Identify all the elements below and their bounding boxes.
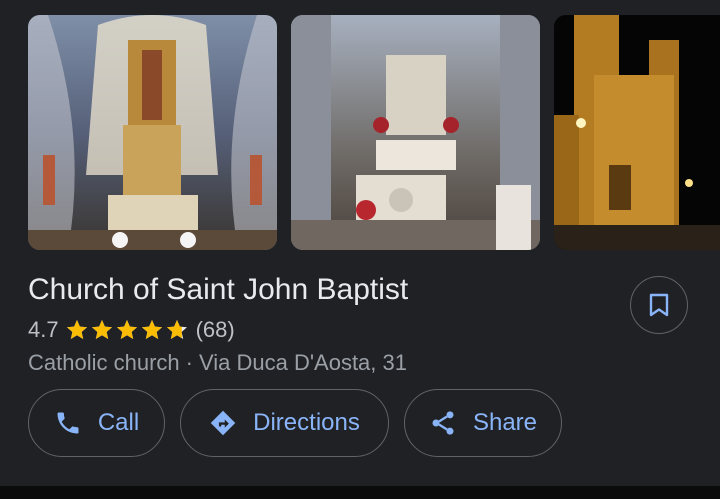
call-button[interactable]: Call xyxy=(28,389,165,457)
directions-label: Directions xyxy=(253,409,360,436)
share-icon xyxy=(432,411,454,435)
phone-icon xyxy=(57,412,79,434)
photo-church-exterior-night[interactable] xyxy=(554,15,720,250)
bookmark-icon xyxy=(649,293,669,317)
rating-row[interactable]: 4.7 (68) xyxy=(28,316,235,344)
star-icon xyxy=(141,320,162,339)
bottom-bar xyxy=(0,486,720,499)
star-icon xyxy=(66,320,87,339)
review-count[interactable]: (68) xyxy=(196,317,235,343)
place-title: Church of Saint John Baptist xyxy=(28,273,409,306)
directions-button[interactable]: Directions xyxy=(180,389,389,457)
separator: · xyxy=(185,350,193,375)
rating-value: 4.7 xyxy=(28,317,59,342)
save-button[interactable] xyxy=(630,276,688,334)
photo-carousel[interactable] xyxy=(0,0,720,258)
photo-church-altar[interactable] xyxy=(291,15,540,250)
photo-altar-interior[interactable] xyxy=(28,15,277,250)
place-details: Catholic church · Via Duca D'Aosta, 31 xyxy=(28,350,407,376)
directions-icon xyxy=(210,410,236,436)
call-label: Call xyxy=(97,409,140,436)
star-rating xyxy=(65,318,190,342)
star-icon xyxy=(166,320,187,339)
place-address: Via Duca D'Aosta, 31 xyxy=(198,350,407,375)
star-icon xyxy=(116,320,137,339)
star-icon xyxy=(91,320,112,339)
place-category: Catholic church xyxy=(28,350,180,375)
share-label: Share xyxy=(472,409,538,436)
share-button[interactable]: Share xyxy=(404,389,562,457)
